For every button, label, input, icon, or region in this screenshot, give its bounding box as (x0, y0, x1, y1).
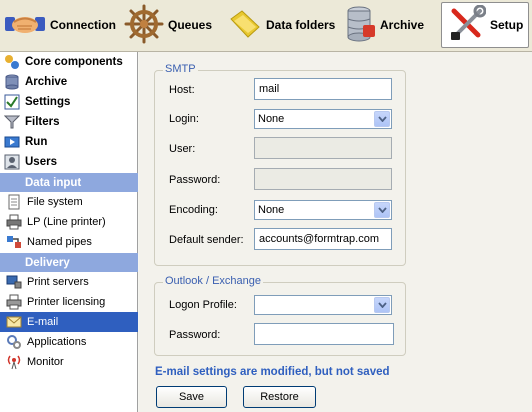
components-icon (4, 54, 20, 70)
outlook-group-title: Outlook / Exchange (163, 275, 264, 287)
chevron-down-icon[interactable] (374, 297, 390, 313)
email-settings-panel: SMTP Host: mail Login: None User: Passwo… (139, 52, 532, 412)
connection-button[interactable]: Connection (4, 2, 120, 48)
sidebar-item-print-servers[interactable]: Print servers (0, 272, 138, 292)
sidebar-item-label: LP (Line printer) (27, 216, 106, 228)
default-sender-input[interactable]: accounts@formtrap.com (254, 228, 392, 250)
setup-button[interactable]: Setup (441, 2, 529, 48)
sidebar-item-run[interactable]: Run (0, 132, 138, 152)
sidebar-item-label: Core components (25, 56, 123, 68)
sidebar-item-users[interactable]: Users (0, 152, 138, 172)
sidebar-item-label: Filters (25, 116, 60, 128)
printer-icon (6, 214, 22, 230)
login-select-value: None (258, 113, 285, 125)
printer-icon (6, 294, 22, 310)
connection-label: Connection (50, 18, 116, 32)
sidebar-item-label: Applications (27, 336, 87, 348)
file-icon (6, 194, 22, 210)
sidebar-item-file-system[interactable]: File system (0, 192, 138, 212)
outlook-password-input[interactable] (254, 323, 394, 345)
login-label: Login: (169, 113, 199, 125)
database-icon (346, 5, 376, 46)
sidebar-item-archive[interactable]: Archive (0, 72, 138, 92)
broadcast-icon (6, 354, 22, 370)
server-icon (6, 274, 22, 290)
users-icon (4, 154, 20, 170)
archive-button[interactable]: Archive (346, 2, 436, 48)
envelope-icon (6, 314, 22, 330)
logon-profile-select[interactable] (254, 295, 392, 315)
database-icon (4, 74, 20, 90)
sidebar-item-label: Settings (25, 96, 71, 108)
sidebar-item-email[interactable]: E-mail (0, 312, 138, 332)
smtp-group-title: SMTP (163, 63, 198, 75)
sidebar-item-label: E-mail (27, 316, 59, 328)
sidebar-item-applications[interactable]: Applications (0, 332, 138, 352)
sidebar-item-label: Printer licensing (27, 296, 106, 308)
logon-profile-label: Logon Profile: (169, 299, 237, 311)
sidebar-item-label: Run (25, 136, 48, 148)
main-toolbar: Connection Queues Data folders Archive S… (0, 0, 532, 52)
tools-icon (448, 4, 487, 46)
encoding-label: Encoding: (169, 204, 218, 216)
sidebar-item-label: Named pipes (27, 236, 92, 248)
folder-icon (228, 7, 262, 44)
default-sender-label: Default sender: (169, 234, 244, 246)
smtp-password-input[interactable] (254, 168, 392, 190)
sidebar-item-label: Users (25, 156, 57, 168)
ship-wheel-icon (124, 4, 164, 47)
sidebar-item-lp[interactable]: LP (Line printer) (0, 212, 138, 232)
encoding-select-value: None (258, 204, 285, 216)
data-folders-button[interactable]: Data folders (228, 2, 342, 48)
chevron-down-icon[interactable] (374, 111, 390, 127)
sidebar-item-label: Print servers (27, 276, 89, 288)
section-header-delivery: Delivery (0, 253, 138, 272)
password-label: Password: (169, 174, 221, 186)
filter-icon (4, 114, 20, 130)
run-icon (4, 134, 20, 150)
sidebar-item-named-pipes[interactable]: Named pipes (0, 232, 138, 252)
host-input[interactable]: mail (254, 78, 392, 100)
queues-button[interactable]: Queues (124, 2, 224, 48)
handshake-icon (4, 7, 46, 44)
setup-label: Setup (490, 18, 524, 32)
host-label: Host: (169, 84, 195, 96)
sidebar-item-printer-licensing[interactable]: Printer licensing (0, 292, 138, 312)
archive-label: Archive (380, 18, 425, 32)
sidebar-item-monitor[interactable]: Monitor (0, 352, 138, 372)
sidebar-item-label: Monitor (27, 356, 64, 368)
encoding-select[interactable]: None (254, 200, 392, 220)
user-label: User: (169, 143, 196, 155)
unsaved-status-message: E-mail settings are modified, but not sa… (155, 366, 390, 378)
sidebar-item-label: Archive (25, 76, 68, 88)
save-button[interactable]: Save (156, 386, 227, 408)
sidebar: Core components Archive Settings Filters… (0, 52, 138, 412)
smtp-group: SMTP Host: mail Login: None User: Passwo… (154, 63, 406, 266)
sidebar-item-label: File system (27, 196, 83, 208)
checkbox-icon (4, 94, 20, 110)
restore-button[interactable]: Restore (243, 386, 316, 408)
data-folders-label: Data folders (266, 18, 336, 32)
pipe-icon (6, 234, 22, 250)
sidebar-item-settings[interactable]: Settings (0, 92, 138, 112)
user-input[interactable] (254, 137, 392, 159)
chevron-down-icon[interactable] (374, 202, 390, 218)
queues-label: Queues (168, 18, 213, 32)
sidebar-item-filters[interactable]: Filters (0, 112, 138, 132)
outlook-password-label: Password: (169, 329, 221, 341)
gears-icon (6, 334, 22, 350)
section-header-data-input: Data input (0, 173, 138, 192)
sidebar-item-core-components[interactable]: Core components (0, 52, 138, 72)
outlook-exchange-group: Outlook / Exchange Logon Profile: Passwo… (154, 275, 406, 356)
login-select[interactable]: None (254, 109, 392, 129)
